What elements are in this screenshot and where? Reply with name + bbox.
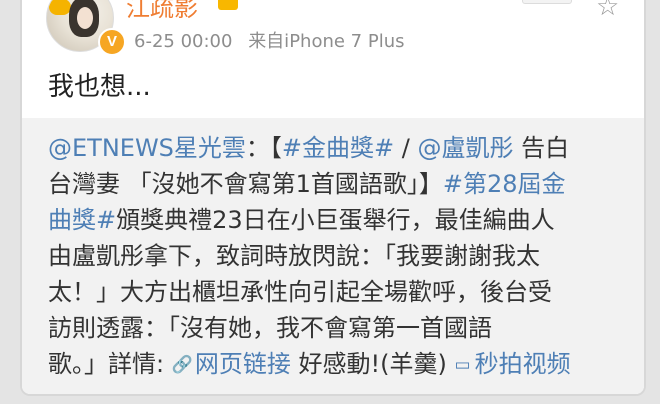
repost-line-4: 由盧凱彤拿下，致詞時放閃說：「我要謝謝我太 (48, 242, 540, 270)
repost-text-touched: 好感動!(羊羹) (290, 350, 455, 378)
repost-punctuation: ：【 (245, 134, 282, 162)
post-source: 来自iPhone 7 Plus (248, 31, 405, 52)
author-name[interactable]: 江疏影 (126, 0, 198, 23)
post-time: 6-25 00:00 (134, 31, 233, 52)
video-link[interactable]: 秒拍视频 (475, 350, 571, 378)
topic-continuation[interactable]: 曲獎# (48, 206, 116, 234)
avatar-badge (49, 0, 71, 15)
repost-block: @ETNEWS星光雲：【#金曲獎# / @盧凱彤 告白 台灣妻 「沒她不會寫第1… (22, 118, 644, 394)
avatar-face-shape (77, 7, 93, 29)
link-icon: 🔗 (171, 355, 193, 375)
repost-text-award: 頒獎典禮23日在小巨蛋舉行，最佳編曲人 (116, 206, 555, 234)
repost-separator: / (394, 134, 418, 162)
star-icon[interactable]: ☆ (596, 0, 619, 22)
post-text: 我也想... (48, 72, 151, 102)
mention-etnews[interactable]: @ETNEWS星光雲 (48, 134, 246, 162)
repost-line-7: 歌。」詳情: 🔗网页链接 好感動!(羊羹) ▭ 秒拍视频 (48, 344, 571, 379)
repost-line-5: 太！」大方出櫃坦承性向引起全場歡呼，後台受 (48, 278, 552, 306)
video-icon: ▭ (454, 355, 471, 375)
web-link[interactable]: 网页链接 (195, 350, 291, 378)
top-right-indicator (522, 0, 572, 4)
repost-line-1: @ETNEWS星光雲：【#金曲獎# / @盧凱彤 告白 (48, 128, 569, 163)
vip-icon (218, 0, 238, 10)
post-meta: 6-25 00:00 来自iPhone 7 Plus (134, 27, 404, 53)
repost-text-headline: 台灣妻 「沒她不會寫第1首國語歌」】 (48, 170, 443, 198)
repost-line-3: 曲獎#頒獎典禮23日在小巨蛋舉行，最佳編曲人 (48, 200, 555, 235)
repost-line-6: 訪則透露：「沒有她，我不會寫第一首國語 (48, 314, 492, 342)
verified-badge-icon: V (98, 28, 126, 56)
topic-28th-golden-melody[interactable]: #第28屆金 (443, 170, 566, 198)
repost-text-confession: 告白 (513, 134, 570, 162)
mention-lu-kai-tong[interactable]: @盧凱彤 (417, 134, 513, 162)
weibo-post-card: ☆ V 江疏影 6-25 00:00 来自iPhone 7 Plus 我也想..… (20, 0, 646, 396)
repost-text-details: 歌。」詳情: (48, 350, 165, 378)
repost-line-2: 台灣妻 「沒她不會寫第1首國語歌」】#第28屆金 (48, 164, 566, 199)
topic-golden-melody[interactable]: #金曲獎# (282, 134, 394, 162)
